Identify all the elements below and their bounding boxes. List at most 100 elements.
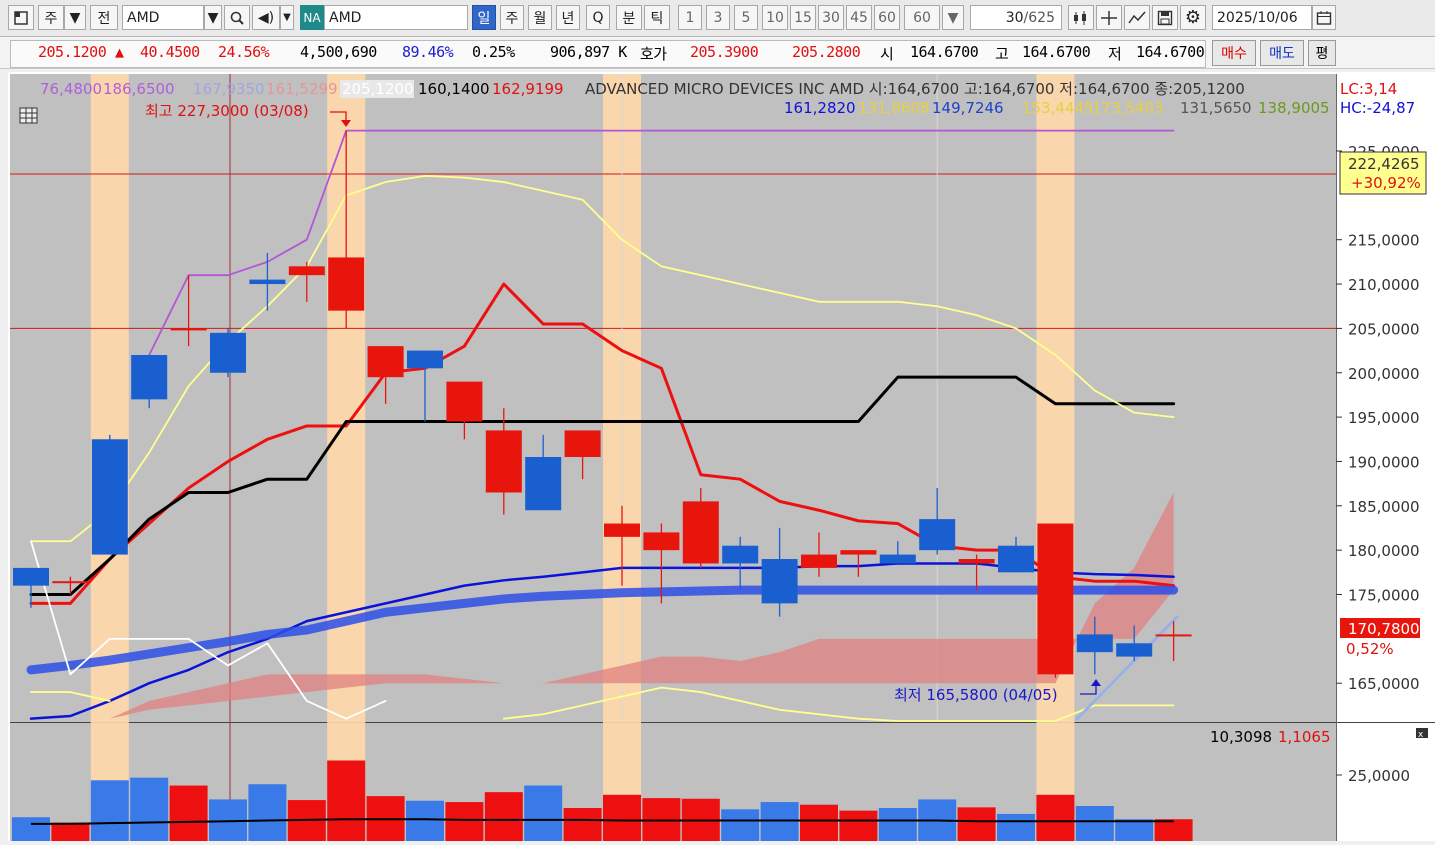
candle-down	[1076, 634, 1113, 653]
market-badge: NA	[300, 5, 324, 30]
candle-up	[682, 501, 719, 564]
interval-60[interactable]: 60	[874, 5, 900, 30]
candle-down	[525, 457, 562, 511]
legend2-value-3: 149,7246	[932, 99, 1004, 117]
open-price: 164.6700	[910, 43, 979, 61]
price-tick-label: 210,0000	[1348, 276, 1420, 294]
price-tick-label: 205,0000	[1348, 320, 1420, 338]
legend-value-2: 186,6500	[103, 80, 175, 98]
chart-area[interactable]: 225,0000215,0000210,0000205,0000200,0000…	[8, 72, 1435, 841]
legend-value-1: 76,4800	[40, 80, 102, 98]
price-chart[interactable]: 225,0000215,0000210,0000205,0000200,0000…	[8, 72, 1435, 841]
interval-dropdown-icon[interactable]: ▼	[942, 5, 964, 30]
interval-5[interactable]: 5	[734, 5, 758, 30]
candle-up	[840, 550, 877, 555]
tab-period-day[interactable]: 일	[472, 5, 496, 30]
current-price-pct: 0,52%	[1346, 640, 1394, 658]
gear-icon[interactable]: ⚙	[1180, 5, 1206, 30]
candle-icon[interactable]	[1068, 5, 1094, 30]
tab-tick[interactable]: 틱	[644, 5, 670, 30]
symbol-input[interactable]: AMD	[122, 5, 204, 30]
price-tick-label: 165,0000	[1348, 675, 1420, 693]
change-percent: 24.56%	[218, 43, 270, 61]
price-tick-label: 190,0000	[1348, 453, 1420, 471]
window-icon[interactable]	[8, 5, 34, 30]
volume-bar	[90, 780, 129, 841]
tab-minute[interactable]: 분	[616, 5, 642, 30]
speaker-dropdown-icon[interactable]: ▼	[280, 5, 294, 30]
current-price-label: 170,7800	[1348, 620, 1420, 638]
low-label: 저	[1108, 45, 1122, 63]
speaker-icon[interactable]: ◀)	[252, 5, 280, 30]
date-input[interactable]: 2025/10/06	[1212, 5, 1312, 30]
candle-up	[288, 266, 325, 276]
high-label: 고	[995, 45, 1009, 63]
volume-bar	[957, 807, 996, 841]
candle-up	[367, 346, 404, 378]
flat-button[interactable]: 평	[1308, 40, 1336, 66]
legend-title: ADVANCED MICRO DEVICES INC AMD 시:164,670…	[585, 80, 1245, 98]
turnover-rate: 0.25%	[472, 43, 515, 61]
crosshair-icon[interactable]	[1096, 5, 1122, 30]
grid-toggle-icon[interactable]	[19, 107, 38, 124]
interval-1[interactable]: 1	[678, 5, 702, 30]
buy-button[interactable]: 매수	[1212, 40, 1256, 66]
search-icon[interactable]	[224, 5, 250, 30]
volume-bar	[248, 784, 287, 841]
volume-bar	[524, 785, 563, 841]
interval-45[interactable]: 45	[846, 5, 872, 30]
candle-up	[1037, 523, 1074, 675]
volume-bar	[327, 760, 366, 841]
count-input[interactable]: 30/625	[970, 5, 1062, 30]
tab-period-week[interactable]: 주	[500, 5, 524, 30]
interval-10[interactable]: 10	[762, 5, 788, 30]
calendar-icon[interactable]	[1312, 5, 1336, 30]
price-tick-label: 200,0000	[1348, 365, 1420, 383]
interval-3[interactable]: 3	[706, 5, 730, 30]
line-tool-icon[interactable]	[1124, 5, 1150, 30]
legend2-value-5: 173,5403	[1092, 99, 1164, 117]
interval-custom[interactable]: 60	[904, 5, 940, 30]
max-price-label: 최고 227,3000 (03/08)	[145, 102, 309, 120]
candle-up	[328, 257, 365, 311]
symbol-dropdown-icon[interactable]: ▼	[204, 5, 222, 30]
volume-bar	[51, 822, 90, 841]
tab-period-month[interactable]: 월	[528, 5, 552, 30]
volume-tick-label: 25,0000	[1348, 767, 1410, 785]
volume-bar	[169, 785, 208, 841]
price-tick-label: 195,0000	[1348, 409, 1420, 427]
bid-price: 205.2800	[792, 43, 861, 61]
ask-price: 205.3900	[690, 43, 759, 61]
legend2-value-6: 131,5650	[1180, 99, 1252, 117]
sell-button[interactable]: 매도	[1260, 40, 1304, 66]
price-tick-label: 215,0000	[1348, 232, 1420, 250]
candle-up	[604, 523, 640, 537]
volume-bar	[1115, 819, 1154, 841]
symbol-name-field[interactable]: AMD	[324, 5, 468, 30]
candle-up	[446, 381, 483, 422]
volume-bar	[1154, 819, 1193, 841]
prev-button[interactable]: 전	[90, 5, 118, 30]
high-price: 164.6700	[1022, 43, 1091, 61]
price-change: 40.4500	[140, 43, 200, 61]
volume-value: 4,500,690	[300, 43, 377, 61]
tab-period-quarter[interactable]: Q	[586, 5, 610, 30]
candle-up	[564, 430, 601, 458]
candle-up	[170, 328, 207, 331]
volume-bar	[406, 800, 444, 841]
candle-up	[1155, 634, 1192, 637]
volume-bar	[445, 802, 484, 841]
tab-period-year[interactable]: 년	[556, 5, 580, 30]
candle-down	[13, 567, 49, 586]
save-icon[interactable]	[1152, 5, 1178, 30]
candle-up	[801, 554, 837, 568]
period-selector[interactable]: 주	[38, 5, 64, 30]
volume-value-2: 1,1065	[1278, 728, 1331, 746]
volume-bar	[839, 810, 878, 841]
interval-30[interactable]: 30	[818, 5, 844, 30]
candle-down	[91, 439, 128, 555]
period-dropdown-icon[interactable]: ▼	[64, 5, 86, 30]
highlight-band	[1036, 74, 1075, 841]
interval-15[interactable]: 15	[790, 5, 816, 30]
legend-value-3: 167,9350	[193, 80, 265, 98]
